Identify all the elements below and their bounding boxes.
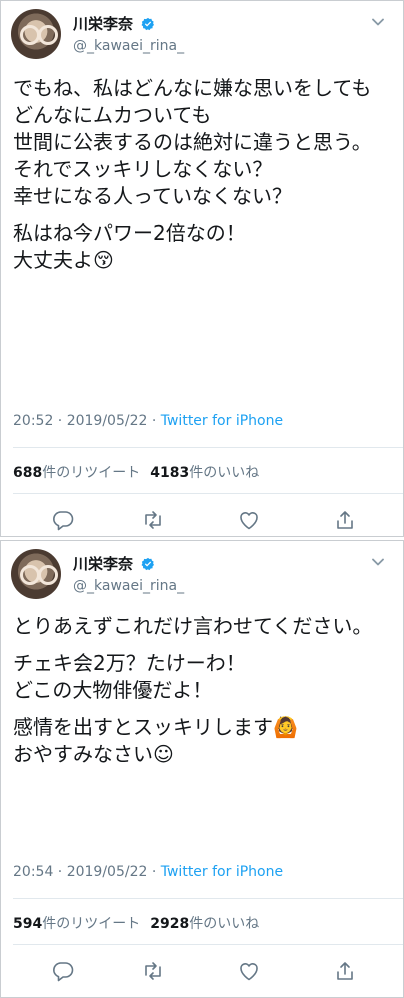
retweet-count-link[interactable]: 594件のリツイート	[13, 916, 140, 932]
tweet-paragraph: 私はね今パワー2倍なの！ 大丈夫よ😚	[13, 221, 246, 272]
divider	[13, 944, 403, 945]
tweet-actions	[41, 959, 367, 983]
tweet-actions	[41, 508, 367, 532]
like-count: 2928	[150, 916, 190, 932]
tweet-timestamp: 20:52 · 2019/05/22 · Twitter for iPhone	[13, 413, 283, 429]
retweet-count-link[interactable]: 688件のリツイート	[13, 465, 140, 481]
author-name[interactable]: 川栄李奈	[73, 13, 133, 34]
timestamp-text[interactable]: 20:52 · 2019/05/22 ·	[13, 413, 161, 429]
author-handle[interactable]: @_kawaei_rina_	[73, 38, 184, 54]
author-block: 川栄李奈 @_kawaei_rina_	[73, 553, 184, 594]
like-count-link[interactable]: 2928件のいいね	[150, 916, 259, 932]
retweet-count: 594	[13, 916, 43, 932]
tweet-text: とりあえずこれだけ言わせてください。 チェキ会2万？たけーわ！ どこの大物俳優だ…	[13, 613, 395, 778]
tweet-stats: 688件のリツイート 4183件のいいね	[13, 462, 259, 482]
retweet-count: 688	[13, 465, 43, 481]
tweet-stats: 594件のリツイート 2928件のいいね	[13, 913, 259, 933]
tweet-source-link[interactable]: Twitter for iPhone	[161, 864, 283, 880]
retweet-icon[interactable]	[141, 508, 165, 532]
retweet-count-label: 件のリツイート	[42, 465, 141, 481]
like-count: 4183	[150, 465, 190, 481]
tweet-header: 川栄李奈 @_kawaei_rina_	[11, 549, 393, 599]
tweet-text: でもね、私はどんなに嫌な思いをしても どんなにムカついても 世間に公表するのは絶…	[13, 75, 395, 284]
verified-badge-icon	[141, 17, 155, 31]
tweet-paragraph: チェキ会2万？たけーわ！ どこの大物俳優だよ！	[13, 651, 246, 702]
like-heart-icon[interactable]	[237, 508, 261, 532]
tweet: 川栄李奈 @_kawaei_rina_ とりあえずこれだけ言わせてください。 チ…	[1, 541, 403, 997]
like-count-link[interactable]: 4183件のいいね	[150, 465, 259, 481]
reply-icon[interactable]	[51, 959, 75, 983]
share-icon[interactable]	[333, 959, 357, 983]
tweet-timestamp: 20:54 · 2019/05/22 · Twitter for iPhone	[13, 864, 283, 880]
avatar[interactable]	[11, 549, 61, 599]
divider	[13, 898, 403, 899]
timestamp-text[interactable]: 20:54 · 2019/05/22 ·	[13, 864, 161, 880]
retweet-count-label: 件のリツイート	[42, 916, 141, 932]
tweet-source-link[interactable]: Twitter for iPhone	[161, 413, 283, 429]
author-name[interactable]: 川栄李奈	[73, 553, 133, 574]
author-handle[interactable]: @_kawaei_rina_	[73, 578, 184, 594]
tweet-paragraph: でもね、私はどんなに嫌な思いをしても どんなにムカついても 世間に公表するのは絶…	[13, 76, 372, 208]
tweet: 川栄李奈 @_kawaei_rina_ でもね、私はどんなに嫌な思いをしても ど…	[1, 1, 403, 536]
tweet-paragraph: とりあえずこれだけ言わせてください。	[13, 614, 373, 638]
divider	[13, 447, 403, 448]
retweet-icon[interactable]	[141, 959, 165, 983]
share-icon[interactable]	[333, 508, 357, 532]
chevron-down-icon[interactable]	[371, 555, 385, 569]
tweet-paragraph: 感情を出すとスッキリします🙆 おやすみなさい☺	[13, 715, 298, 766]
like-heart-icon[interactable]	[237, 959, 261, 983]
verified-badge-icon	[141, 557, 155, 571]
reply-icon[interactable]	[51, 508, 75, 532]
like-count-label: 件のいいね	[189, 916, 260, 932]
divider	[13, 493, 403, 494]
like-count-label: 件のいいね	[189, 465, 260, 481]
tweet-header: 川栄李奈 @_kawaei_rina_	[11, 9, 393, 59]
avatar[interactable]	[11, 9, 61, 59]
author-block: 川栄李奈 @_kawaei_rina_	[73, 13, 184, 54]
chevron-down-icon[interactable]	[371, 15, 385, 29]
